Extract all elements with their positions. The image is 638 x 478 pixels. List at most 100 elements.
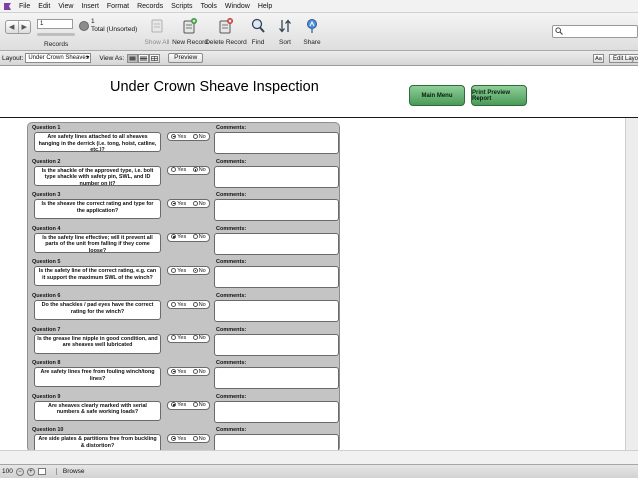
layout-select[interactable]: Under Crown Sheaves ▾ <box>25 53 92 63</box>
comments-field[interactable] <box>214 300 339 322</box>
question-text: Is the shackle of the approved type, i.e… <box>34 165 161 186</box>
radio-button-icon <box>171 435 177 441</box>
yes-no-radio-group: Yes No <box>167 199 210 209</box>
share-button[interactable]: Share <box>292 17 332 46</box>
radio-button-icon <box>192 435 198 441</box>
question-text: Are safety lines attached to all sheaves… <box>34 132 161 152</box>
radio-yes[interactable]: Yes <box>171 302 186 308</box>
radio-yes[interactable]: Yes <box>171 201 186 207</box>
quick-find-field[interactable] <box>552 25 638 38</box>
comments-field[interactable] <box>214 199 339 222</box>
zoom-in-icon[interactable]: + <box>26 467 35 476</box>
menu-view[interactable]: View <box>54 3 77 10</box>
edit-layout-button[interactable]: Edit Layout <box>609 54 638 63</box>
comments-field[interactable] <box>214 232 339 255</box>
question-label: Question 5 <box>32 259 61 266</box>
previous-record-icon[interactable]: ◀ <box>6 21 19 33</box>
main-menu-button[interactable]: Main Menu <box>409 85 465 106</box>
yes-no-radio-group: Yes No <box>167 367 210 377</box>
radio-no[interactable]: No <box>192 234 206 241</box>
radio-yes[interactable]: Yes <box>171 335 186 341</box>
yes-no-radio-group: Yes No <box>167 333 210 343</box>
radio-yes[interactable]: Yes <box>171 167 186 173</box>
radio-label: Yes <box>177 167 187 174</box>
radio-label: No <box>198 234 206 241</box>
radio-yes[interactable]: Yes <box>171 369 186 375</box>
comments-field[interactable] <box>214 367 339 390</box>
list-view-icon[interactable] <box>138 53 150 63</box>
question-block: Question 10 Are side plates & partitions … <box>30 427 340 450</box>
menu-file[interactable]: File <box>15 3 34 10</box>
radio-button-icon <box>171 200 177 206</box>
filemaker-icon[interactable] <box>2 1 12 11</box>
new-record-button[interactable]: New Record <box>170 17 210 46</box>
zoom-out-icon[interactable]: − <box>15 467 24 476</box>
comments-field[interactable] <box>214 400 339 423</box>
formatting-bar-button[interactable]: Aa <box>593 54 604 63</box>
menu-tools[interactable]: Tools <box>197 3 221 10</box>
question-label: Question 8 <box>32 360 61 367</box>
question-text: Is the safety line effective; will it pr… <box>34 232 161 253</box>
total-count: 1 <box>91 18 95 25</box>
question-block: Question 4 Is the safety line effective; … <box>30 226 340 259</box>
print-preview-report-button[interactable]: Print Preview Report <box>471 85 527 106</box>
radio-no[interactable]: No <box>192 267 206 274</box>
comments-label: Comments: <box>216 393 247 400</box>
radio-no[interactable]: No <box>192 133 206 140</box>
radio-no[interactable]: No <box>192 201 206 207</box>
question-label: Question 2 <box>32 158 61 165</box>
question-block: Question 8 Are safety lines free from fou… <box>30 360 340 393</box>
vertical-scrollbar[interactable] <box>625 118 638 450</box>
radio-no[interactable]: No <box>192 435 206 442</box>
radio-button-icon <box>192 267 198 273</box>
menu-window[interactable]: Window <box>221 3 254 10</box>
radio-no[interactable]: No <box>192 167 206 174</box>
menu-insert[interactable]: Insert <box>77 3 103 10</box>
next-record-icon[interactable]: ▶ <box>19 21 31 33</box>
current-record-field[interactable]: 1 <box>37 19 73 29</box>
question-label: Question 10 <box>32 427 64 434</box>
radio-no[interactable]: No <box>192 302 206 308</box>
question-text: Are safety lines free from fouling winch… <box>34 367 161 388</box>
comments-label: Comments: <box>216 259 247 266</box>
radio-yes[interactable]: Yes <box>171 268 186 274</box>
mode-indicator[interactable]: Browse <box>55 468 85 475</box>
horizontal-scrollbar[interactable] <box>0 450 638 464</box>
record-navigation[interactable]: ◀ ▶ <box>5 20 31 34</box>
radio-yes[interactable]: Yes <box>171 402 186 408</box>
comments-label: Comments: <box>216 225 247 232</box>
comments-field[interactable] <box>214 132 339 154</box>
menu-help[interactable]: Help <box>254 3 276 10</box>
preview-button[interactable]: Preview <box>168 53 204 63</box>
menu-scripts[interactable]: Scripts <box>167 3 196 10</box>
comments-field[interactable] <box>214 434 339 450</box>
zoom-level[interactable]: 100 <box>2 468 13 475</box>
toolbar-toggle-icon[interactable] <box>37 468 46 475</box>
radio-label: No <box>198 133 206 140</box>
radio-yes[interactable]: Yes <box>171 436 186 442</box>
comments-label: Comments: <box>216 427 247 434</box>
radio-button-icon <box>171 167 177 173</box>
record-slider[interactable] <box>37 33 75 36</box>
table-view-icon[interactable] <box>149 53 161 63</box>
radio-yes[interactable]: Yes <box>171 234 186 240</box>
radio-label: No <box>198 167 206 174</box>
menu-edit[interactable]: Edit <box>34 3 54 10</box>
question-label: Question 4 <box>32 225 61 232</box>
comments-field[interactable] <box>214 266 339 289</box>
comments-field[interactable] <box>214 165 339 188</box>
question-label: Question 7 <box>32 326 61 333</box>
radio-no[interactable]: No <box>192 369 206 375</box>
menu-format[interactable]: Format <box>103 3 133 10</box>
radio-no[interactable]: No <box>192 335 206 342</box>
radio-no[interactable]: No <box>192 402 206 408</box>
question-block: Question 5 Is the safety line of the corr… <box>30 259 340 292</box>
form-view-icon[interactable] <box>127 53 139 63</box>
show-all-icon <box>149 17 165 35</box>
radio-label: Yes <box>177 234 187 241</box>
radio-label: No <box>198 335 206 342</box>
radio-yes[interactable]: Yes <box>171 134 186 140</box>
comments-field[interactable] <box>214 333 339 356</box>
menu-records[interactable]: Records <box>133 3 167 10</box>
question-block: Question 9 Are sheaves clearly marked wit… <box>30 394 340 427</box>
